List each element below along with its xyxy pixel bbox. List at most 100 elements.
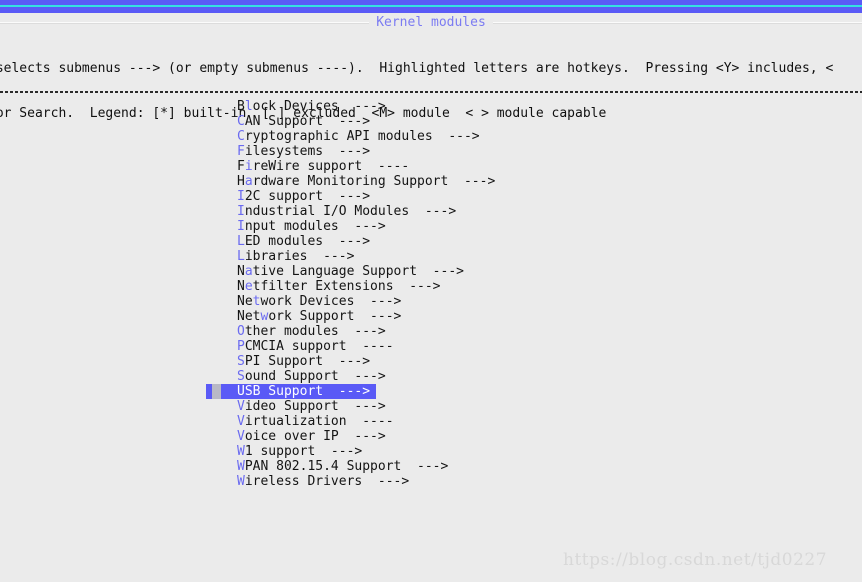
hotkey-letter: L — [237, 234, 245, 249]
menu-item-virtualization[interactable]: Virtualization ---- — [0, 414, 862, 429]
submenu-arrow-icon: ---- — [362, 159, 410, 174]
submenu-arrow-icon: ---> — [409, 204, 457, 219]
hotkey-letter: V — [237, 414, 245, 429]
menu-item-native-language-support[interactable]: Native Language Support ---> — [0, 264, 862, 279]
header-separator — [0, 91, 862, 93]
label-suffix: reWire support — [252, 159, 363, 174]
submenu-arrow-icon: ---> — [323, 234, 371, 249]
submenu-arrow-icon: ---> — [432, 129, 480, 144]
menu-item-label: FireWire support ---- — [237, 159, 409, 174]
menu-item-label: Filesystems ---> — [237, 144, 370, 159]
label-suffix: ilesystems — [244, 144, 324, 159]
menu-item-network-devices[interactable]: Network Devices ---> — [0, 294, 862, 309]
watermark: https://blog.csdn.net/tjd0227 — [563, 550, 828, 570]
menu-item-other-modules[interactable]: Other modules ---> — [0, 324, 862, 339]
menu-item-sound-support[interactable]: Sound Support ---> — [0, 369, 862, 384]
menu-item-led-modules[interactable]: LED modules ---> — [0, 234, 862, 249]
submenu-arrow-icon: ---> — [323, 384, 371, 399]
menu-item-industrial-i-o-modules[interactable]: Industrial I/O Modules ---> — [0, 204, 862, 219]
menu-item-label: Input modules ---> — [237, 219, 386, 234]
label-suffix: SB Support — [244, 384, 324, 399]
menu-item-network-support[interactable]: Network Support ---> — [0, 309, 862, 324]
submenu-arrow-icon: ---> — [315, 444, 363, 459]
menu-item-label: USB Support ---> — [237, 384, 370, 399]
menu-item-label: LED modules ---> — [237, 234, 370, 249]
menu-item-voice-over-ip[interactable]: Voice over IP ---> — [0, 429, 862, 444]
label-suffix: ideo Support — [244, 399, 339, 414]
menu-item-label: Industrial I/O Modules ---> — [237, 204, 456, 219]
menu-item-libraries[interactable]: Libraries ---> — [0, 249, 862, 264]
submenu-arrow-icon: ---- — [346, 414, 394, 429]
hotkey-letter: F — [237, 144, 245, 159]
label-suffix: ock Devices — [252, 99, 339, 114]
label-suffix: tfilter Extensions — [252, 279, 394, 294]
help-line-1: selects submenus ---> (or empty submenus… — [0, 61, 834, 76]
label-suffix: AN Support — [244, 114, 324, 129]
hotkey-letter: P — [237, 339, 245, 354]
submenu-arrow-icon: ---- — [346, 339, 394, 354]
hotkey-letter: S — [237, 354, 245, 369]
menu-item-label: Wireless Drivers ---> — [237, 474, 409, 489]
menu-item-usb-support[interactable]: USB Support ---> — [0, 384, 862, 399]
menu-item-label: CAN Support ---> — [237, 114, 370, 129]
top-accent-band — [0, 0, 862, 13]
label-suffix: tive Language Support — [252, 264, 418, 279]
menu-item-label: Block Devices ---> — [237, 99, 386, 114]
cyan-accent-line — [0, 5, 862, 7]
label-prefix: Net — [237, 309, 261, 324]
menu-item-i2c-support[interactable]: I2C support ---> — [0, 189, 862, 204]
menu-item-spi-support[interactable]: SPI Support ---> — [0, 354, 862, 369]
hotkey-letter: i — [244, 159, 253, 174]
submenu-arrow-icon: ---> — [417, 264, 464, 279]
label-suffix: ED modules — [244, 234, 324, 249]
menu-item-netfilter-extensions[interactable]: Netfilter Extensions ---> — [0, 279, 862, 294]
menu-item-block-devices[interactable]: Block Devices ---> — [0, 99, 862, 114]
menu-item-w1-support[interactable]: W1 support ---> — [0, 444, 862, 459]
hotkey-letter: W — [237, 444, 245, 459]
submenu-arrow-icon: ---> — [448, 174, 496, 189]
submenu-arrow-icon: ---> — [323, 144, 371, 159]
submenu-arrow-icon: ---> — [338, 399, 386, 414]
label-suffix: ndustrial I/O Modules — [244, 204, 410, 219]
hotkey-letter: I — [237, 204, 245, 219]
menu-item-label: Netfilter Extensions ---> — [237, 279, 441, 294]
menu-item-label: Libraries ---> — [237, 249, 354, 264]
hotkey-letter: I — [237, 219, 245, 234]
label-prefix: H — [237, 174, 245, 189]
page-title-text: Kernel modules — [369, 15, 493, 30]
menu-item-label: Virtualization ---- — [237, 414, 394, 429]
label-prefix: Ne — [237, 294, 253, 309]
menu-item-wireless-drivers[interactable]: Wireless Drivers ---> — [0, 474, 862, 489]
menu-item-label: Other modules ---> — [237, 324, 386, 339]
submenu-arrow-icon: ---> — [338, 429, 386, 444]
hotkey-letter: L — [237, 249, 245, 264]
menu-item-pcmcia-support[interactable]: PCMCIA support ---- — [0, 339, 862, 354]
label-suffix: work Devices — [260, 294, 355, 309]
hotkey-letter: C — [237, 114, 245, 129]
menu-item-video-support[interactable]: Video Support ---> — [0, 399, 862, 414]
menu-item-label: Network Devices ---> — [237, 294, 401, 309]
menu-item-label: Cryptographic API modules ---> — [237, 129, 480, 144]
menu-item-wpan-802-15-4-support[interactable]: WPAN 802.15.4 Support ---> — [0, 459, 862, 474]
label-suffix: irtualization — [244, 414, 347, 429]
label-suffix: ound Support — [244, 369, 339, 384]
submenu-arrow-icon: ---> — [338, 369, 386, 384]
hotkey-letter: V — [237, 429, 245, 444]
label-prefix: N — [237, 279, 245, 294]
label-suffix: PI Support — [244, 354, 324, 369]
hotkey-letter: C — [237, 129, 245, 144]
menu-item-label: I2C support ---> — [237, 189, 370, 204]
menu-item-label: Network Support ---> — [237, 309, 401, 324]
label-prefix: N — [237, 264, 245, 279]
menu-item-label: PCMCIA support ---- — [237, 339, 394, 354]
menu-item-hardware-monitoring-support[interactable]: Hardware Monitoring Support ---> — [0, 174, 862, 189]
menu-item-filesystems[interactable]: Filesystems ---> — [0, 144, 862, 159]
label-suffix: CMCIA support — [244, 339, 347, 354]
menu-item-can-support[interactable]: CAN Support ---> — [0, 114, 862, 129]
menu-item-label: Sound Support ---> — [237, 369, 386, 384]
submenu-arrow-icon: ---> — [362, 474, 410, 489]
menu-item-cryptographic-api-modules[interactable]: Cryptographic API modules ---> — [0, 129, 862, 144]
label-suffix: rdware Monitoring Support — [252, 174, 449, 189]
menu-item-input-modules[interactable]: Input modules ---> — [0, 219, 862, 234]
menu-item-firewire-support[interactable]: FireWire support ---- — [0, 159, 862, 174]
